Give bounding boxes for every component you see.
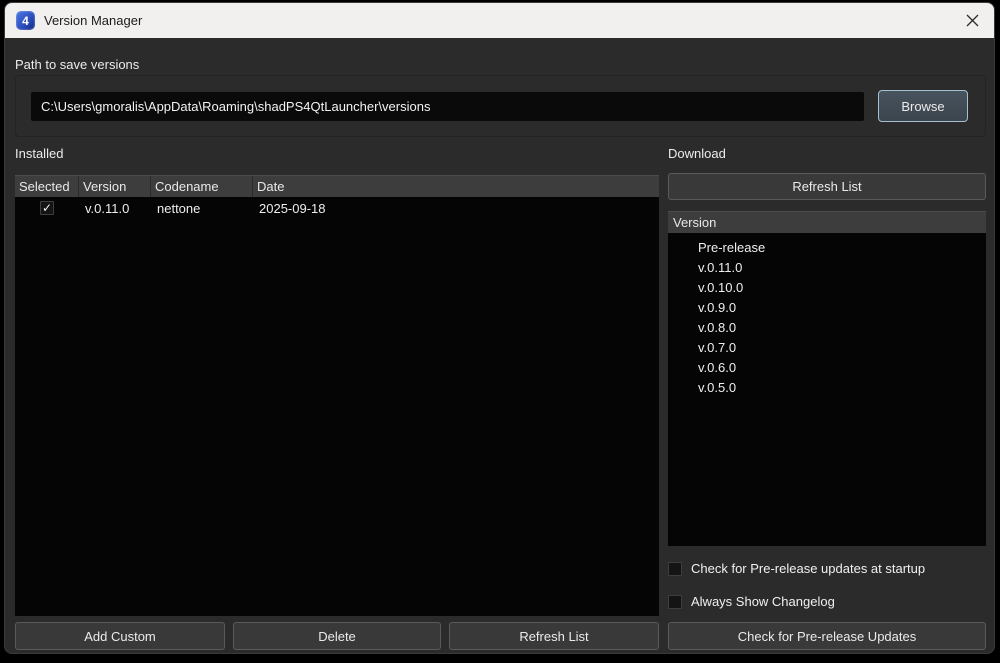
column-header-version[interactable]: Version [79, 176, 151, 197]
version-list-item[interactable]: v.0.8.0 [668, 318, 986, 338]
installed-section-label: Installed [15, 146, 63, 161]
prerelease-updates-checkbox[interactable] [668, 562, 682, 576]
show-changelog-checkbox[interactable] [668, 595, 682, 609]
installed-table: Selected Version Codename Date ✓ v.0.11.… [15, 175, 659, 616]
refresh-list-button-download[interactable]: Refresh List [668, 173, 986, 200]
version-list-item[interactable]: v.0.9.0 [668, 298, 986, 318]
cell-selected: ✓ [15, 201, 79, 215]
version-manager-window: 4 Version Manager Path to save versions … [4, 2, 995, 654]
download-section-label: Download [668, 146, 726, 161]
installed-table-body[interactable]: ✓ v.0.11.0 nettone 2025-09-18 [15, 197, 659, 616]
delete-button[interactable]: Delete [233, 622, 441, 650]
column-header-date[interactable]: Date [253, 176, 659, 197]
close-icon [966, 14, 979, 27]
prerelease-updates-checkbox-row: Check for Pre-release updates at startup [668, 560, 925, 577]
check-prerelease-updates-button[interactable]: Check for Pre-release Updates [668, 622, 986, 650]
download-versions-table: Version Pre-release v.0.11.0 v.0.10.0 v.… [668, 211, 986, 546]
app-icon-glyph: 4 [22, 14, 29, 28]
column-header-selected[interactable]: Selected [15, 176, 79, 197]
show-changelog-checkbox-label: Always Show Changelog [691, 594, 835, 609]
download-versions-list[interactable]: Pre-release v.0.11.0 v.0.10.0 v.0.9.0 v.… [668, 233, 986, 546]
titlebar[interactable]: 4 Version Manager [5, 3, 994, 38]
path-input[interactable] [31, 92, 864, 121]
show-changelog-checkbox-row: Always Show Changelog [668, 593, 835, 610]
shadps4-app-icon: 4 [16, 11, 35, 30]
row-selected-checkbox[interactable]: ✓ [40, 201, 54, 215]
cell-version: v.0.11.0 [79, 201, 151, 216]
version-list-item[interactable]: Pre-release [668, 238, 986, 258]
table-row[interactable]: ✓ v.0.11.0 nettone 2025-09-18 [15, 197, 659, 219]
checkmark-icon: ✓ [42, 202, 52, 214]
browse-button[interactable]: Browse [878, 90, 968, 122]
column-header-codename[interactable]: Codename [151, 176, 253, 197]
version-list-item[interactable]: v.0.10.0 [668, 278, 986, 298]
version-list-item[interactable]: v.0.7.0 [668, 338, 986, 358]
cell-codename: nettone [151, 201, 253, 216]
refresh-list-button-installed[interactable]: Refresh List [449, 622, 659, 650]
column-header-download-version[interactable]: Version [668, 211, 986, 233]
prerelease-updates-checkbox-label: Check for Pre-release updates at startup [691, 561, 925, 576]
cell-date: 2025-09-18 [253, 201, 659, 216]
add-custom-button[interactable]: Add Custom [15, 622, 225, 650]
version-list-item[interactable]: v.0.11.0 [668, 258, 986, 278]
path-group-label: Path to save versions [15, 57, 139, 72]
window-title: Version Manager [44, 13, 142, 28]
installed-table-header: Selected Version Codename Date [15, 175, 659, 197]
version-list-item[interactable]: v.0.6.0 [668, 358, 986, 378]
close-button[interactable] [950, 3, 994, 38]
version-list-item[interactable]: v.0.5.0 [668, 378, 986, 398]
desktop-background: 4 Version Manager Path to save versions … [0, 0, 1000, 663]
